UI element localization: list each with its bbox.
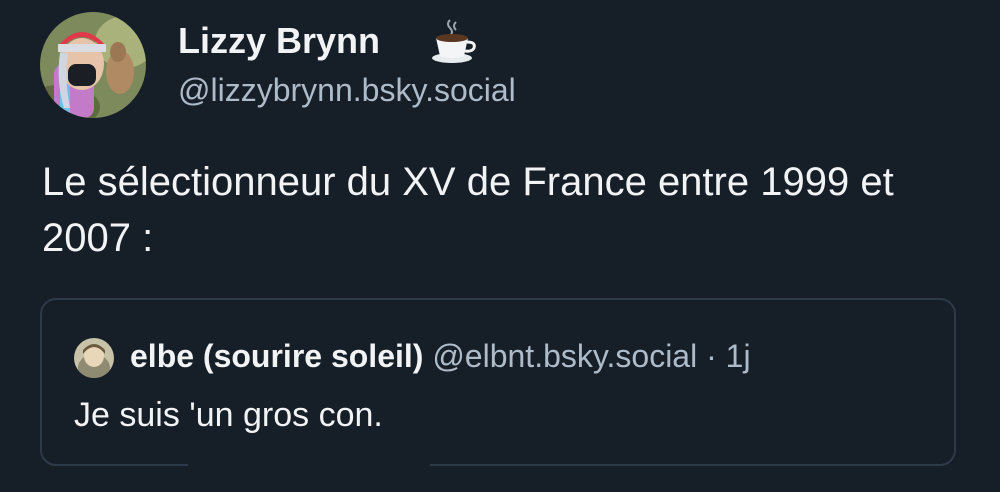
coffee-icon bbox=[432, 19, 476, 63]
quoted-post[interactable]: elbe (sourire soleil) @elbnt.bsky.social… bbox=[40, 298, 956, 466]
author-avatar[interactable] bbox=[40, 12, 146, 118]
post-text: Le sélectionneur du XV de France entre 1… bbox=[42, 160, 894, 260]
quote-author-name[interactable]: elbe (sourire soleil) bbox=[130, 338, 423, 374]
quote-header: elbe (sourire soleil) @elbnt.bsky.social… bbox=[130, 338, 751, 375]
author-display-name[interactable]: Lizzy Brynn bbox=[178, 20, 380, 62]
quote-author-avatar[interactable] bbox=[74, 338, 114, 378]
author-handle[interactable]: @lizzybrynn.bsky.social bbox=[178, 72, 516, 109]
quote-author-handle[interactable]: @elbnt.bsky.social bbox=[432, 338, 697, 374]
quote-text: Je suis 'un gros con. bbox=[74, 396, 383, 434]
quote-timestamp[interactable]: 1j bbox=[726, 338, 751, 374]
quote-separator: · bbox=[706, 338, 717, 374]
card-border-gap bbox=[188, 462, 430, 470]
post: Lizzy Brynn @lizzybrynn.bsky.social Le s… bbox=[0, 0, 1000, 492]
